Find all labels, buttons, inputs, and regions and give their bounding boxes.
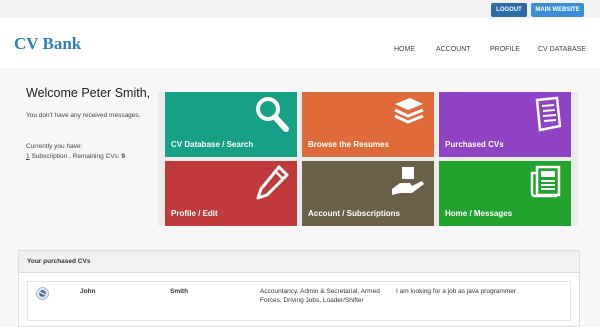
tile-label: CV Database / Search: [171, 140, 254, 149]
top-bar: LOGOUT MAIN WEBSITE: [0, 0, 600, 18]
subscription-summary: 1 Subscription , Remaining CVs: 9: [26, 152, 146, 161]
panel-title: Your purchased CVs: [19, 251, 579, 273]
cv-first-name: John: [80, 288, 96, 295]
main-content: Welcome Peter Smith, You don't have any …: [0, 68, 600, 327]
tile-label: Purchased CVs: [445, 140, 504, 149]
nav-account[interactable]: ACCOUNT: [436, 46, 471, 53]
tile-purchased-cvs[interactable]: Purchased CVs: [439, 92, 571, 157]
search-icon: [255, 96, 289, 137]
main-website-button[interactable]: MAIN WEBSITE: [531, 3, 584, 17]
nav-cv-database[interactable]: CV DATABASE: [538, 46, 586, 53]
cv-description: I am looking for a job as java programme…: [396, 288, 516, 295]
tile-account-subscriptions[interactable]: Account / Subscriptions: [302, 161, 434, 226]
tile-label: Account / Subscriptions: [308, 209, 401, 218]
table-row[interactable]: John Smith Accountancy, Admin & Secretar…: [27, 281, 571, 321]
messages-note: You don't have any received messages.: [26, 112, 141, 119]
remaining-value: 9: [121, 153, 126, 160]
header: CV Bank HOME ACCOUNT PROFILE CV DATABASE: [0, 18, 600, 68]
hand-box-icon: [390, 165, 426, 204]
tile-cv-database-search[interactable]: CV Database / Search: [165, 92, 297, 157]
avatar-icon: [36, 287, 49, 300]
tile-label: Home / Messages: [445, 209, 513, 218]
subscription-count[interactable]: 1: [26, 153, 30, 160]
dashboard-tiles: CV Database / Search Browse the Resumes: [158, 92, 578, 226]
newspaper-icon: [529, 165, 563, 204]
document-icon: [531, 96, 563, 139]
tile-browse-resumes[interactable]: Browse the Resumes: [302, 92, 434, 157]
logout-button[interactable]: LOGOUT: [491, 3, 527, 17]
nav-profile[interactable]: PROFILE: [490, 46, 520, 53]
remaining-label: , Remaining CVs:: [69, 153, 120, 160]
pencil-icon: [255, 165, 289, 206]
purchased-cvs-panel: Your purchased CVs John Smith Accountanc…: [18, 250, 580, 327]
cv-categories: Accountancy, Admin & Secretarial, Armed …: [260, 288, 380, 304]
tile-home-messages[interactable]: Home / Messages: [439, 161, 571, 226]
cv-last-name: Smith: [170, 288, 189, 295]
tile-label: Profile / Edit: [171, 209, 218, 218]
stack-icon: [392, 96, 426, 133]
site-logo[interactable]: CV Bank: [14, 34, 81, 54]
subscription-word: Subscription: [31, 153, 68, 160]
nav-home[interactable]: HOME: [394, 46, 415, 53]
tile-profile-edit[interactable]: Profile / Edit: [165, 161, 297, 226]
subscription-intro: Currently you have:: [26, 143, 83, 150]
welcome-heading: Welcome Peter Smith,: [26, 86, 151, 100]
tile-label: Browse the Resumes: [308, 140, 389, 149]
